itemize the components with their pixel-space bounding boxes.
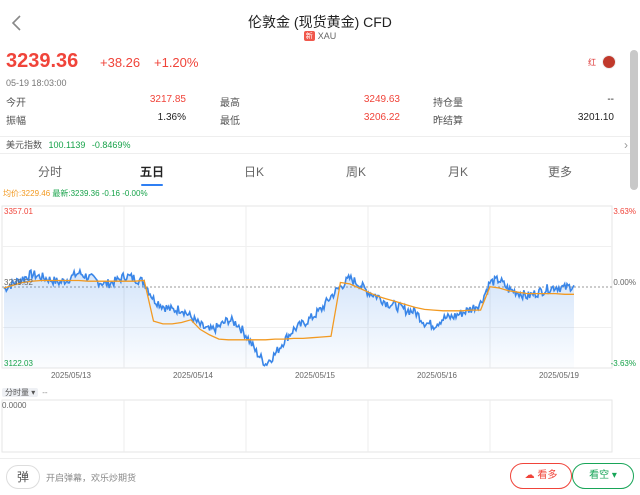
stat-label: 最低 bbox=[220, 116, 240, 127]
latest-change: -0.16 bbox=[101, 189, 120, 198]
last-price: 3239.36 bbox=[6, 50, 79, 72]
period-tabs: 分时 五日 日K 周K 月K 更多 bbox=[0, 157, 630, 186]
pct-tick-label: 3.63% bbox=[613, 207, 636, 216]
tab-intraday[interactable]: 分时 bbox=[20, 163, 80, 180]
y-tick-label: 3357.01 bbox=[4, 207, 33, 216]
danmu-toggle-button[interactable]: 弹 bbox=[6, 465, 40, 489]
x-tick-label: 2025/05/14 bbox=[173, 371, 214, 380]
chevron-right-icon: › bbox=[624, 138, 628, 152]
volume-label: 分时量 bbox=[5, 388, 29, 397]
tab-label: 五日 bbox=[139, 165, 164, 179]
pct-tick-label: 0.00% bbox=[613, 278, 636, 287]
bullish-label: 看多 bbox=[537, 470, 558, 481]
stats-grid: 今开 3217.85 最高 3249.63 持仓量 -- 振幅 1.36% 最低… bbox=[6, 94, 616, 130]
stat-label: 最高 bbox=[220, 98, 240, 109]
page-title: 伦敦金 (现货黄金) CFD bbox=[248, 14, 392, 30]
stats-row-2: 振幅 1.36% 最低 3206.22 昨结算 3201.10 bbox=[6, 112, 616, 130]
latest-price-label: 最新:3239.36 bbox=[52, 189, 100, 198]
usd-index-change: -0.8469% bbox=[91, 140, 131, 150]
chart-legend: 均价:3229.46 最新:3239.36 -0.16 -0.00% bbox=[3, 188, 148, 199]
price-change-pct: +1.20% bbox=[154, 55, 199, 70]
avg-price-label: 均价:3229.46 bbox=[3, 189, 51, 198]
price-chart-svg: 3357.01 3239.52 3122.03 3.63% 0.00% -3.63% 202… bbox=[1, 205, 636, 380]
tab-label: 分时 bbox=[37, 165, 62, 179]
stat-value: 1.36% bbox=[157, 112, 186, 123]
avatar[interactable]: 红 bbox=[588, 55, 618, 69]
price-chart[interactable]: 3357.01 3239.52 3122.03 3.63% 0.00% -3.63% 202… bbox=[0, 200, 640, 405]
symbol-code-text: XAU bbox=[317, 31, 337, 41]
stat-label: 昨结算 bbox=[433, 116, 463, 127]
stat-value: 3201.10 bbox=[577, 112, 614, 123]
stat-value: -- bbox=[607, 94, 614, 105]
tab-label: 更多 bbox=[547, 165, 572, 179]
quote-timestamp: 05-19 18:03:00 bbox=[6, 78, 67, 88]
danmu-hint: 开启弹幕，欢乐炒期货 bbox=[46, 473, 137, 483]
volume-selector[interactable]: 分时量 ▾ bbox=[2, 388, 39, 397]
volume-zero-label: 0.0000 bbox=[2, 401, 27, 410]
tab-label: 日K bbox=[243, 165, 264, 179]
stat-label: 持仓量 bbox=[433, 98, 463, 109]
volume-header: 分时量 ▾ -- bbox=[2, 387, 48, 398]
y-tick-label: 3239.52 bbox=[4, 278, 33, 287]
danmu-icon: 弹 bbox=[16, 470, 29, 484]
stats-row-1: 今开 3217.85 最高 3249.63 持仓量 -- bbox=[6, 94, 616, 112]
tab-label: 月K bbox=[447, 165, 468, 179]
tab-five-day[interactable]: 五日 bbox=[122, 163, 182, 186]
bullish-button[interactable]: ☁ 看多 bbox=[510, 463, 572, 489]
bearish-label: 看空 bbox=[589, 470, 610, 481]
usd-index-label: 美元指数 bbox=[6, 140, 43, 150]
top-bar: 伦敦金 (现货黄金) CFD 新 XAU bbox=[0, 0, 640, 46]
tab-weekly-k[interactable]: 周K bbox=[326, 163, 386, 180]
volume-chart bbox=[0, 398, 640, 454]
x-tick-label: 2025/05/19 bbox=[539, 371, 580, 380]
latest-change-pct: -0.00% bbox=[122, 189, 148, 198]
x-tick-label: 2025/05/13 bbox=[51, 371, 92, 380]
pct-tick-label: -3.63% bbox=[611, 359, 636, 368]
active-tab-indicator bbox=[141, 184, 163, 186]
tab-daily-k[interactable]: 日K bbox=[224, 163, 284, 180]
usd-index-row[interactable]: 美元指数 100.1139 -0.8469% › bbox=[0, 136, 630, 154]
volume-value: -- bbox=[42, 388, 48, 397]
bearish-button[interactable]: 看空 ▾ bbox=[572, 463, 634, 489]
stat-value: 3217.85 bbox=[149, 94, 186, 105]
tab-more[interactable]: 更多 bbox=[530, 163, 590, 180]
avatar-image bbox=[602, 55, 616, 69]
volume-frame bbox=[1, 399, 613, 453]
stat-value: 3206.22 bbox=[363, 112, 400, 123]
stat-value: 3249.63 bbox=[363, 94, 400, 105]
price-change: +38.26 bbox=[100, 55, 141, 70]
tab-label: 周K bbox=[345, 165, 366, 179]
tab-monthly-k[interactable]: 月K bbox=[428, 163, 488, 180]
symbol-code: 新 XAU bbox=[0, 31, 640, 41]
usd-index-value: 100.1139 bbox=[48, 140, 86, 150]
x-tick-label: 2025/05/16 bbox=[417, 371, 458, 380]
new-badge: 新 bbox=[303, 31, 315, 41]
stat-label: 振幅 bbox=[6, 116, 26, 127]
scrollbar[interactable] bbox=[630, 50, 638, 190]
avatar-text: 红 bbox=[588, 58, 596, 67]
stat-label: 今开 bbox=[6, 98, 26, 109]
bottom-bar: 弹 开启弹幕，欢乐炒期货 ☁ 看多 看空 ▾ bbox=[0, 458, 640, 495]
y-tick-label: 3122.03 bbox=[4, 359, 33, 368]
volume-chart-svg bbox=[1, 399, 613, 453]
x-tick-label: 2025/05/15 bbox=[295, 371, 336, 380]
